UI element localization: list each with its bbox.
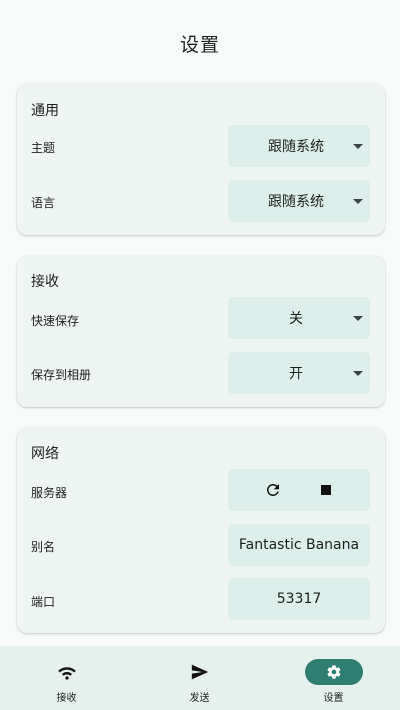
page-title: 设置	[179, 33, 220, 56]
save-to-album-dropdown[interactable]: 开	[228, 352, 370, 394]
save-to-album-label: 保存到相册	[31, 368, 92, 382]
theme-value: 跟随系统	[268, 139, 324, 155]
network-card: 网络 服务器 别名 Fantastic Banana 端口 53317	[17, 428, 385, 633]
receive-section-title: 接收	[31, 274, 59, 290]
nav-item-settings[interactable]: 设置	[267, 646, 400, 710]
receive-card: 接收 快速保存 关 保存到相册 开	[17, 256, 385, 407]
save-to-album-value: 开	[289, 366, 303, 382]
server-label: 服务器	[31, 486, 68, 500]
chevron-down-icon	[353, 371, 363, 376]
alias-label: 别名	[31, 540, 56, 554]
bottom-navigation: 接收 发送 设置	[0, 646, 400, 710]
theme-label: 主题	[31, 141, 56, 155]
quick-save-value: 关	[289, 311, 303, 327]
port-field[interactable]: 53317	[228, 578, 370, 620]
stop-icon[interactable]	[314, 478, 338, 502]
chevron-down-icon	[353, 316, 363, 321]
nav-label-send: 发送	[189, 693, 210, 704]
nav-item-receive[interactable]: 接收	[0, 646, 133, 710]
nav-item-send[interactable]: 发送	[133, 646, 266, 710]
port-value: 53317	[276, 591, 322, 607]
nav-label-receive: 接收	[56, 693, 77, 704]
language-value: 跟随系统	[268, 194, 324, 210]
language-label: 语言	[31, 196, 56, 210]
refresh-icon[interactable]	[261, 478, 285, 502]
gear-icon	[304, 659, 363, 685]
general-section-title: 通用	[31, 103, 59, 119]
server-controls	[228, 469, 370, 511]
chevron-down-icon	[353, 144, 363, 149]
quick-save-label: 快速保存	[31, 314, 80, 328]
language-dropdown[interactable]: 跟随系统	[228, 180, 370, 222]
alias-field[interactable]: Fantastic Banana	[228, 524, 370, 566]
send-icon	[171, 659, 229, 685]
alias-value: Fantastic Banana	[238, 537, 360, 553]
settings-screen: 设置 通用 主题 跟随系统 语言 跟随系统 接收 快速保存 关 保存到相册 开 …	[0, 0, 400, 710]
port-label: 端口	[31, 595, 56, 609]
chevron-down-icon	[353, 199, 363, 204]
app-bar: 设置	[0, 0, 400, 84]
theme-dropdown[interactable]: 跟随系统	[228, 125, 370, 167]
general-card: 通用 主题 跟随系统 语言 跟随系统	[17, 84, 385, 235]
wifi-icon	[38, 659, 96, 685]
nav-label-settings: 设置	[323, 693, 344, 704]
quick-save-dropdown[interactable]: 关	[228, 297, 370, 339]
network-section-title: 网络	[31, 446, 59, 462]
